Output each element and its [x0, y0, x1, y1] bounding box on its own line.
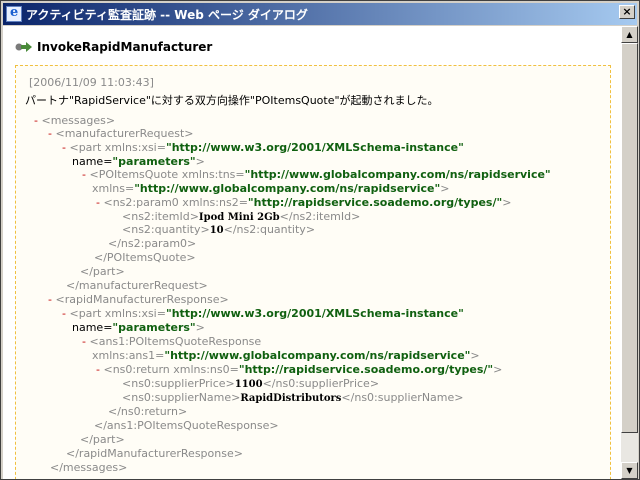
- arrow-icon: [15, 41, 33, 53]
- xml-line: </part>: [80, 433, 125, 446]
- xml-line: name="parameters">: [72, 321, 205, 334]
- ie-icon: [6, 5, 22, 22]
- xml-line: <ns0:supplierPrice>1100</ns0:supplierPri…: [122, 377, 380, 390]
- activity-header: InvokeRapidManufacturer: [15, 40, 212, 54]
- xml-line[interactable]: - <ans1:POItemsQuoteResponse: [82, 335, 261, 349]
- xml-line[interactable]: - <ns2:param0 xmlns:ns2="http://rapidser…: [96, 196, 511, 210]
- title-bar[interactable]: アクティビティ監査証跡 -- Web ページ ダイアログ ×: [3, 3, 637, 25]
- collapse-toggle[interactable]: -: [82, 168, 86, 181]
- collapse-toggle[interactable]: -: [62, 141, 66, 154]
- window-title: アクティビティ監査証跡 -- Web ページ ダイアログ: [26, 7, 308, 22]
- collapse-toggle[interactable]: -: [48, 293, 52, 306]
- scroll-down-button[interactable]: ▼: [621, 462, 638, 479]
- xml-line: </part>: [80, 265, 125, 278]
- xml-line[interactable]: - <part xmlns:xsi="http://www.w3.org/200…: [62, 307, 464, 321]
- vertical-scrollbar[interactable]: ▲ ▼: [621, 26, 638, 479]
- xml-line: </messages>: [50, 461, 128, 474]
- xml-line[interactable]: - <POItemsQuote xmlns:tns="http://www.gl…: [82, 168, 551, 182]
- audit-panel: [2006/11/09 11:03:43] パートナ"RapidService"…: [15, 65, 611, 479]
- xml-line: </ns0:return>: [108, 405, 188, 418]
- xml-line: name="parameters">: [72, 155, 205, 168]
- collapse-toggle[interactable]: -: [48, 127, 52, 140]
- xml-line: </rapidManufacturerResponse>: [66, 447, 243, 460]
- close-button[interactable]: ×: [619, 5, 635, 19]
- xml-line[interactable]: - <ns0:return xmlns:ns0="http://rapidser…: [96, 363, 502, 377]
- xml-line[interactable]: - <part xmlns:xsi="http://www.w3.org/200…: [62, 141, 464, 155]
- xml-line: </ns2:param0>: [108, 237, 197, 250]
- xml-line: <ns2:itemId>Ipod Mini 2Gb</ns2:itemId>: [122, 210, 361, 223]
- event-message: パートナ"RapidService"に対する双方向操作"POItemsQuote…: [25, 94, 439, 107]
- dialog-window: アクティビティ監査証跡 -- Web ページ ダイアログ × InvokeRap…: [0, 0, 640, 480]
- xml-line: </POItemsQuote>: [94, 251, 196, 264]
- xml-line: </ans1:POItemsQuoteResponse>: [94, 419, 279, 432]
- xml-line: </manufacturerRequest>: [66, 279, 208, 292]
- xml-line[interactable]: - <rapidManufacturerResponse>: [48, 293, 229, 307]
- xml-line: <ns2:quantity>10</ns2:quantity>: [122, 223, 316, 236]
- scroll-up-button[interactable]: ▲: [621, 26, 638, 43]
- xml-line: <ns0:supplierName>RapidDistributors</ns0…: [122, 391, 464, 404]
- dialog-content: InvokeRapidManufacturer [2006/11/09 11:0…: [3, 26, 621, 479]
- collapse-toggle[interactable]: -: [96, 196, 100, 209]
- xml-line: xmlns:ans1="http://www.globalcompany.com…: [92, 349, 480, 362]
- timestamp: [2006/11/09 11:03:43]: [29, 76, 154, 89]
- collapse-toggle[interactable]: -: [82, 335, 86, 348]
- collapse-toggle[interactable]: -: [62, 307, 66, 320]
- xml-line[interactable]: - <manufacturerRequest>: [48, 127, 194, 141]
- scroll-thumb[interactable]: [621, 43, 638, 433]
- xml-line[interactable]: - <messages>: [34, 114, 115, 128]
- collapse-toggle[interactable]: -: [34, 114, 38, 127]
- xml-line: xmlns="http://www.globalcompany.com/ns/r…: [92, 182, 450, 195]
- activity-title: InvokeRapidManufacturer: [37, 40, 213, 54]
- collapse-toggle[interactable]: -: [96, 363, 100, 376]
